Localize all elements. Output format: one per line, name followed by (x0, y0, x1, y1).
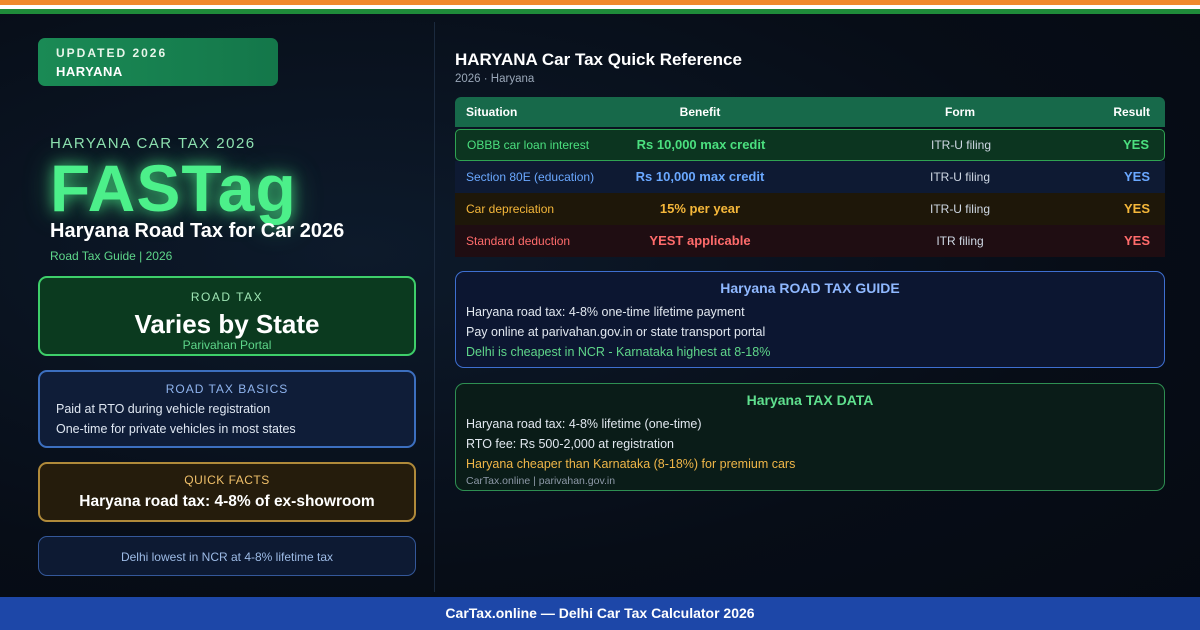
reference-subtitle: 2026 · Haryana (455, 73, 535, 85)
road-tax-value: Varies by State (134, 309, 320, 339)
data-line: Haryana road tax: 4-8% lifetime (one-tim… (466, 417, 702, 431)
quick-facts-label: QUICK FACTS (184, 473, 270, 487)
tax-data-panel: Haryana TAX DATA Haryana road tax: 4-8% … (455, 383, 1165, 491)
data-source: CarTax.online | parivahan.gov.in (466, 475, 616, 487)
cell-benefit: Rs 10,000 max credit (636, 137, 766, 152)
footer-banner: CarTax.online — Delhi Car Tax Calculator… (0, 597, 1200, 630)
basics-line: Paid at RTO during vehicle registration (56, 402, 271, 416)
road-tax-label: ROAD TAX (190, 290, 264, 304)
cell-situation: Standard deduction (466, 234, 571, 248)
guide-panel-title: Haryana ROAD TAX GUIDE (720, 280, 900, 296)
quick-reference-table: Situation Benefit Form Result OBBB car l… (455, 97, 1165, 257)
guide-line: Haryana road tax: 4-8% one-time lifetime… (466, 305, 745, 319)
cell-benefit: 15% per year (659, 201, 741, 216)
road-tax-note: Parivahan Portal (182, 338, 272, 352)
data-panel-title: Haryana TAX DATA (746, 392, 874, 408)
cell-situation: Section 80E (education) (466, 170, 595, 184)
table-row: Section 80E (education) Rs 10,000 max cr… (455, 161, 1165, 193)
cell-result: YES (1123, 233, 1150, 248)
cell-situation: OBBB car loan interest (467, 138, 590, 152)
header-situation: Situation (466, 105, 518, 119)
table-row: Standard deduction YEST applicable ITR f… (455, 225, 1165, 257)
header-result: Result (1113, 105, 1150, 119)
badge-line-2: HARYANA (56, 64, 123, 79)
data-line: RTO fee: Rs 500-2,000 at registration (466, 437, 674, 451)
cell-result: YES (1123, 169, 1150, 184)
basics-line: One-time for private vehicles in most st… (56, 422, 296, 436)
table-row: OBBB car loan interest Rs 10,000 max cre… (455, 129, 1165, 161)
quick-facts-value: Haryana road tax: 4-8% of ex-showroom (79, 493, 375, 510)
cell-situation: Car depreciation (466, 202, 555, 216)
basics-label: ROAD TAX BASICS (165, 382, 289, 396)
cell-form: ITR-U filing (929, 170, 990, 184)
guide-line: Pay online at parivahan.gov.in or state … (466, 325, 766, 339)
cell-form: ITR filing (936, 234, 984, 248)
guide-line: Delhi is cheapest in NCR - Karnataka hig… (466, 345, 771, 359)
cell-result: YES (1123, 201, 1150, 216)
cell-form: ITR-U filing (930, 138, 991, 152)
cell-form: ITR-U filing (929, 202, 990, 216)
header-form: Form (945, 105, 975, 119)
table-row: Car depreciation 15% per year ITR-U fili… (455, 193, 1165, 225)
left-column: UPDATED 2026 HARYANA HARYANA CAR TAX 202… (0, 14, 435, 597)
quick-facts-card: QUICK FACTS Haryana road tax: 4-8% of ex… (38, 462, 416, 522)
page-title: Haryana Road Tax for Car 2026 (50, 220, 345, 242)
tricolor-flag-bar (0, 0, 1200, 14)
table-header-row: Situation Benefit Form Result (455, 97, 1165, 127)
cell-benefit: Rs 10,000 max credit (635, 169, 765, 184)
delhi-note-card: Delhi lowest in NCR at 4-8% lifetime tax (38, 536, 416, 576)
cell-benefit: YEST applicable (649, 233, 751, 248)
reference-title: HARYANA Car Tax Quick Reference (455, 50, 742, 69)
data-line: Haryana cheaper than Karnataka (8-18%) f… (466, 457, 796, 471)
hero-headline: FASTag (50, 151, 297, 225)
badge-line-1: UPDATED 2026 (56, 46, 168, 60)
road-tax-basics-card: ROAD TAX BASICS Paid at RTO during vehic… (38, 370, 416, 448)
road-tax-guide-panel: Haryana ROAD TAX GUIDE Haryana road tax:… (455, 271, 1165, 368)
header-benefit: Benefit (679, 105, 721, 119)
page-subtitle: Road Tax Guide | 2026 (50, 249, 173, 263)
road-tax-card: ROAD TAX Varies by State Parivahan Porta… (38, 276, 416, 356)
cell-result: YES (1122, 137, 1149, 152)
updated-badge: UPDATED 2026 HARYANA (38, 38, 278, 86)
